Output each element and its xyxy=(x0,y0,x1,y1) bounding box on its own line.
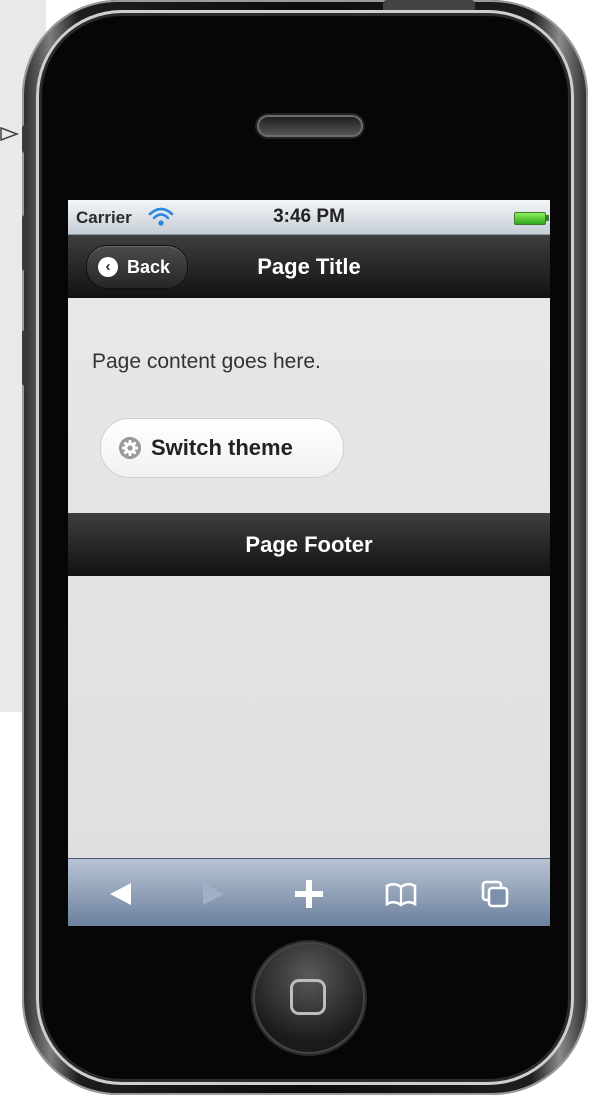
page-header: ‹ Back Page Title xyxy=(68,235,550,298)
switch-theme-label: Switch theme xyxy=(151,435,293,460)
switch-theme-button[interactable]: Switch theme xyxy=(100,418,344,478)
phone-screen: Carrier 3:46 PM ‹ Back Page Title Page c… xyxy=(68,200,550,926)
back-arrow-icon[interactable] xyxy=(104,877,138,911)
page-footer: Page Footer xyxy=(68,513,550,576)
home-button[interactable] xyxy=(253,942,365,1054)
volume-up-button xyxy=(22,215,28,271)
volume-down-button xyxy=(22,330,28,386)
sleep-button xyxy=(383,0,475,10)
mute-switch xyxy=(22,125,28,153)
gear-icon xyxy=(119,437,141,459)
footer-title: Page Footer xyxy=(245,532,373,557)
play-arrow-icon xyxy=(0,126,20,142)
forward-arrow-icon[interactable] xyxy=(196,877,230,911)
pages-icon[interactable] xyxy=(478,877,512,911)
page-content-text: Page content goes here. xyxy=(92,350,321,373)
status-time: 3:46 PM xyxy=(273,206,345,227)
plus-icon[interactable] xyxy=(292,877,326,911)
earpiece-speaker xyxy=(257,115,363,137)
browser-toolbar xyxy=(68,858,550,926)
home-square-icon xyxy=(290,979,326,1015)
battery-icon xyxy=(514,212,546,225)
bookmarks-icon[interactable] xyxy=(384,877,418,911)
page-title: Page Title xyxy=(257,254,361,279)
status-bar: Carrier 3:46 PM xyxy=(68,200,550,235)
